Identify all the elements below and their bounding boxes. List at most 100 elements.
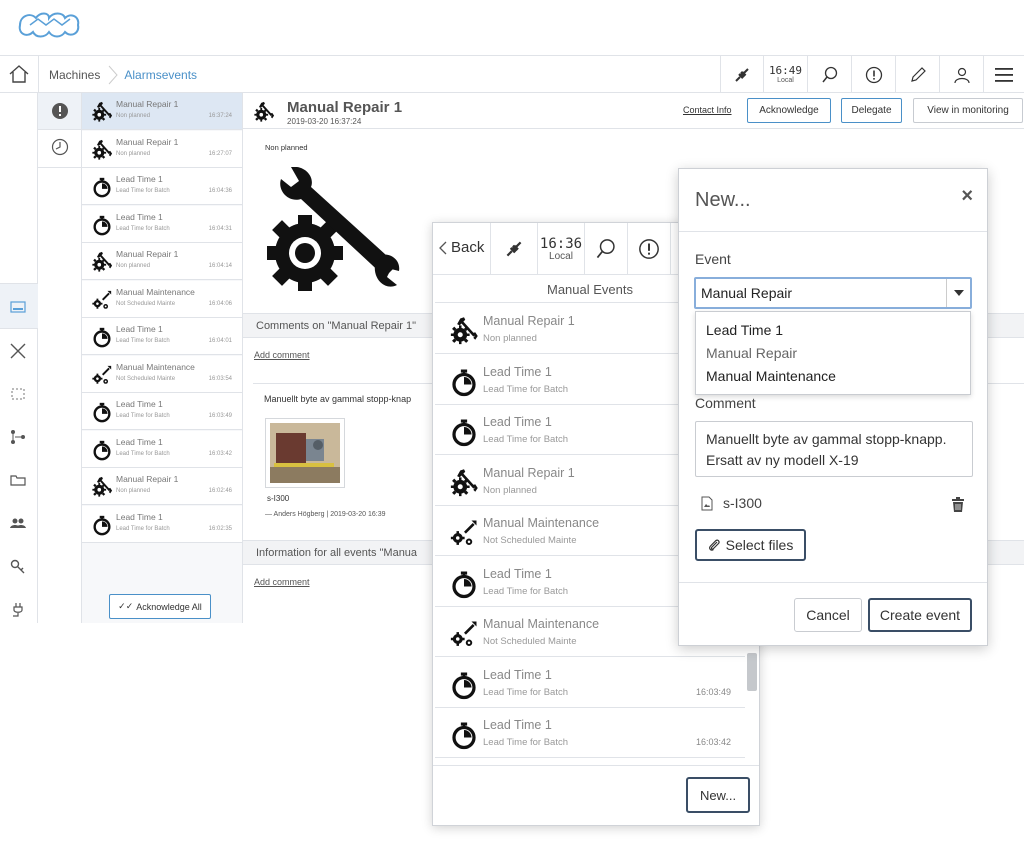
comment-line-1: Manuellt byte av gammal stopp-knapp. <box>706 431 947 447</box>
file-image-icon <box>701 496 713 510</box>
key-icon[interactable] <box>8 556 28 576</box>
mobile-search-button[interactable] <box>584 223 627 275</box>
event-list-item[interactable]: Lead Time 1 Lead Time for Batch 16:04:01 <box>82 318 242 355</box>
maintenance-icon <box>449 619 479 649</box>
hierarchy-icon[interactable] <box>8 427 28 447</box>
repair-icon <box>253 101 275 123</box>
event-item-time: 16:02:35 <box>208 525 232 532</box>
repair-icon <box>91 139 113 161</box>
contact-info-link[interactable]: Contact Info <box>683 105 732 115</box>
tab-active-events-icon[interactable] <box>50 101 70 121</box>
breadcrumb-root[interactable]: Machines <box>49 68 100 82</box>
event-list-item[interactable]: Manual Repair 1 Non planned 16:37:24 <box>82 93 242 130</box>
edit-button[interactable] <box>895 56 939 93</box>
left-navigation <box>0 93 38 623</box>
event-list-item[interactable]: Lead Time 1 Lead Time for Batch 16:02:35 <box>82 505 242 543</box>
stopwatch-icon <box>91 176 113 198</box>
user-button[interactable] <box>939 56 983 93</box>
event-item-title: Manual Repair 1 <box>116 474 179 484</box>
new-event-button[interactable]: New... <box>686 777 750 813</box>
menu-button[interactable] <box>983 56 1024 93</box>
cancel-button[interactable]: Cancel <box>794 598 862 632</box>
event-item-time: 16:03:42 <box>208 450 232 457</box>
dashboard-icon[interactable] <box>8 297 28 317</box>
attachment-thumbnail[interactable] <box>265 418 345 488</box>
event-item-time: 16:03:54 <box>208 375 232 382</box>
event-item-time: 16:04:14 <box>208 263 232 269</box>
event-item-time: 16:02:46 <box>208 488 232 494</box>
acknowledge-button[interactable]: Acknowledge <box>747 98 831 123</box>
select-files-button[interactable]: Select files <box>695 529 806 561</box>
add-comment-link-2[interactable]: Add comment <box>254 577 310 587</box>
breadcrumb: Machines Alarmsevents <box>38 56 197 93</box>
view-in-monitoring-button[interactable]: View in monitoring <box>913 98 1023 123</box>
mobile-event-title: Lead Time 1 <box>483 667 552 682</box>
event-list-item[interactable]: Lead Time 1 Lead Time for Batch 16:04:31 <box>82 205 242 243</box>
plug-nav-icon[interactable] <box>8 599 28 619</box>
mobile-event-subtitle: Non planned <box>483 333 537 344</box>
option-lead-time[interactable]: Lead Time 1 <box>706 322 783 338</box>
comment-textarea[interactable]: Manuellt byte av gammal stopp-knapp. Ers… <box>695 421 973 477</box>
folder-icon[interactable] <box>8 470 28 490</box>
plug-icon <box>735 67 749 82</box>
search-button[interactable] <box>807 56 851 93</box>
back-button[interactable]: Back <box>439 239 484 256</box>
attachment-photo <box>270 423 340 483</box>
repair-icon <box>449 316 479 346</box>
event-list-item[interactable]: Manual Repair 1 Non planned 16:27:07 <box>82 130 242 168</box>
add-comment-link[interactable]: Add comment <box>254 350 310 360</box>
event-date: 2019-03-20 16:37:24 <box>287 117 362 126</box>
event-item-subtitle: Non planned <box>116 263 151 269</box>
connection-button[interactable] <box>720 56 763 93</box>
mobile-clock: 16:36 Local <box>537 223 584 275</box>
company-logo <box>16 8 82 42</box>
mobile-event-subtitle: Non planned <box>483 484 537 496</box>
event-options-list: Lead Time 1 Manual Repair Manual Mainten… <box>695 311 971 395</box>
event-list-item[interactable]: Manual Repair 1 Non planned 16:04:14 <box>82 243 242 280</box>
event-list-item[interactable]: Manual Repair 1 Non planned 16:02:46 <box>82 468 242 505</box>
option-manual-maintenance[interactable]: Manual Maintenance <box>706 368 836 384</box>
event-label: Event <box>695 251 731 267</box>
user-icon <box>953 67 970 83</box>
event-list-item[interactable]: Manual Maintenance Not Scheduled Mainte 16… <box>82 280 242 318</box>
mobile-alert-button[interactable] <box>627 223 671 275</box>
event-item-title: Manual Repair 1 <box>116 249 179 259</box>
comment-author: — Anders Högberg | 2019-03-20 16:39 <box>265 511 386 518</box>
users-icon[interactable] <box>8 513 28 533</box>
paperclip-icon <box>708 539 720 551</box>
event-list-item[interactable]: Lead Time 1 Lead Time for Batch 16:04:36 <box>82 168 242 205</box>
mobile-event-subtitle: Lead Time for Batch <box>483 737 569 748</box>
mobile-connection-button[interactable] <box>490 223 537 275</box>
select-files-label: Select files <box>725 537 794 553</box>
dialog-title: New... <box>695 189 751 211</box>
tools-icon[interactable] <box>8 341 28 361</box>
trash-icon[interactable] <box>951 497 965 513</box>
acknowledge-all-button[interactable]: ✓✓ Acknowledge All <box>109 594 211 619</box>
event-item-title: Manual Repair 1 <box>116 136 179 147</box>
event-list-item[interactable]: Manual Maintenance Not Scheduled Mainte 16… <box>82 355 242 393</box>
event-list-item[interactable]: Lead Time 1 Lead Time for Batch 16:03:42 <box>82 430 242 468</box>
alert-button[interactable] <box>851 56 895 93</box>
breadcrumb-current[interactable]: Alarmsevents <box>124 68 197 82</box>
event-select[interactable]: Manual Repair <box>694 277 972 309</box>
stopwatch-icon <box>449 670 479 700</box>
attachment-name: s-I300 <box>267 494 290 503</box>
repair-icon <box>91 101 113 123</box>
close-icon[interactable]: × <box>961 185 973 208</box>
home-icon[interactable] <box>8 63 30 85</box>
delegate-button[interactable]: Delegate <box>841 98 902 123</box>
event-list-item[interactable]: Lead Time 1 Lead Time for Batch 16:03:49 <box>82 393 242 430</box>
event-item-subtitle: Lead Time for Batch <box>116 225 170 232</box>
option-manual-repair[interactable]: Manual Repair <box>706 345 797 361</box>
new-event-dialog: New... × Event Manual Repair Lead Time 1… <box>678 168 988 646</box>
stopwatch-icon <box>91 401 113 423</box>
mobile-event-item[interactable]: Lead Time 1 Lead Time for Batch 16:03:42 <box>435 708 745 758</box>
create-event-button[interactable]: Create event <box>868 598 972 632</box>
mobile-event-item[interactable]: Lead Time 1 Lead Time for Batch 16:03:49 <box>435 657 745 708</box>
scrollbar[interactable] <box>747 653 757 691</box>
selection-icon[interactable] <box>8 384 28 404</box>
tab-history-icon[interactable] <box>50 137 70 157</box>
event-item-time: 16:27:07 <box>208 150 232 157</box>
mobile-event-title: Manual Maintenance <box>483 516 600 530</box>
caret-down-icon[interactable] <box>946 279 970 307</box>
